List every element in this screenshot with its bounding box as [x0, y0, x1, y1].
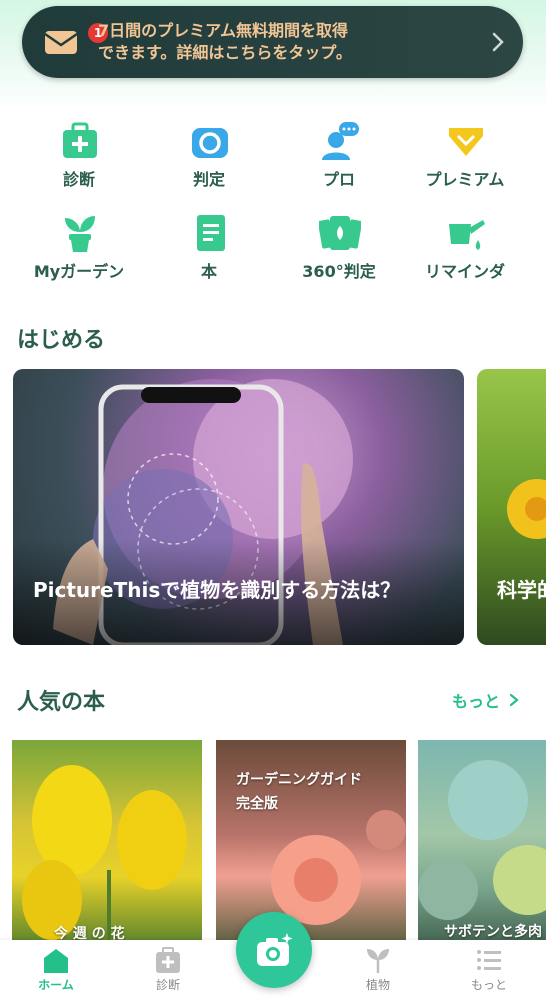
- feature-diagnose[interactable]: 診断: [14, 118, 144, 198]
- book-cover-image: [418, 760, 546, 920]
- feature-books[interactable]: 本: [144, 210, 274, 290]
- book-title-line-2: 完全版: [236, 796, 278, 812]
- book-card[interactable]: ガーデニングガイド 完全版: [216, 740, 406, 950]
- book-title-line-1: ガーデニングガイド: [236, 772, 362, 788]
- section-title-start: はじめる: [17, 328, 106, 353]
- feature-label: 360°判定: [302, 262, 376, 281]
- camera-identify-button[interactable]: [236, 912, 312, 988]
- more-label: もっと: [452, 692, 501, 711]
- tab-label: 診断: [155, 978, 180, 992]
- tab-label: ホーム: [38, 978, 74, 992]
- feature-expert[interactable]: プロ: [274, 118, 404, 198]
- book-card[interactable]: サボテンと多肉: [418, 740, 546, 950]
- tab-label: もっと: [470, 978, 507, 992]
- mail-icon: [44, 31, 78, 54]
- sprout-icon: [367, 949, 389, 973]
- tab-diagnose[interactable]: 診断: [123, 940, 213, 999]
- promo-line-1: 7日間のプレミアム無料期間を取得: [98, 21, 349, 40]
- menu-list-icon: [477, 950, 501, 970]
- book-card[interactable]: 今 週 の 花: [12, 740, 202, 950]
- book-cover-image: [22, 765, 187, 950]
- guide-card-next[interactable]: 科学的: [477, 369, 546, 645]
- tab-label: 植物: [365, 978, 390, 992]
- expert-chat-icon: [322, 122, 359, 160]
- feature-label: 判定: [192, 170, 225, 189]
- watering-can-icon: [449, 220, 485, 250]
- feature-identify[interactable]: 判定: [144, 118, 274, 198]
- book-icon: [197, 215, 225, 251]
- feature-360-identify[interactable]: 360°判定: [274, 210, 404, 290]
- camera-icon: [192, 128, 228, 158]
- feature-my-garden[interactable]: Myガーデン: [14, 210, 144, 290]
- feature-label: Myガーデン: [33, 262, 125, 281]
- medkit-icon: [156, 947, 180, 973]
- section-title-books: 人気の本: [17, 690, 106, 715]
- chevron-right-icon: [509, 693, 519, 707]
- more-books-link[interactable]: もっと: [452, 688, 520, 712]
- feature-label: 診断: [62, 170, 95, 189]
- tab-home[interactable]: ホーム: [11, 940, 101, 999]
- promo-line-2: できます。詳細はこちらをタップ。: [98, 43, 352, 62]
- feature-label: プレミアム: [425, 170, 505, 189]
- camera-sparkle-icon: [257, 933, 293, 966]
- feature-label: 本: [200, 262, 217, 281]
- card-illustration: [507, 479, 546, 539]
- tab-more[interactable]: もっと: [444, 940, 534, 999]
- medkit-icon: [63, 122, 97, 158]
- feature-reminder[interactable]: リマインダ: [400, 210, 530, 290]
- feature-label: プロ: [322, 170, 355, 189]
- panorama-cards-icon: [319, 216, 361, 250]
- guide-card-title: PictureThisで植物を識別する方法は？: [33, 578, 401, 602]
- diamond-icon: [449, 128, 483, 156]
- book-title: ガーデニングガイド 完全版: [236, 768, 362, 816]
- tab-plants[interactable]: 植物: [333, 940, 423, 999]
- premium-trial-banner[interactable]: 1 7日間のプレミアム無料期間を取得 できます。詳細はこちらをタップ。: [22, 6, 523, 78]
- feature-label: リマインダ: [424, 262, 505, 281]
- potted-plant-icon: [65, 216, 95, 252]
- home-icon: [44, 949, 68, 973]
- guide-card-title: 科学的: [497, 578, 546, 602]
- chevron-right-icon: [492, 32, 504, 52]
- promo-text: 7日間のプレミアム無料期間を取得 できます。詳細はこちらをタップ。: [98, 20, 458, 64]
- guide-card-identify[interactable]: PictureThisで植物を識別する方法は？: [13, 369, 464, 645]
- feature-premium[interactable]: プレミアム: [400, 118, 530, 198]
